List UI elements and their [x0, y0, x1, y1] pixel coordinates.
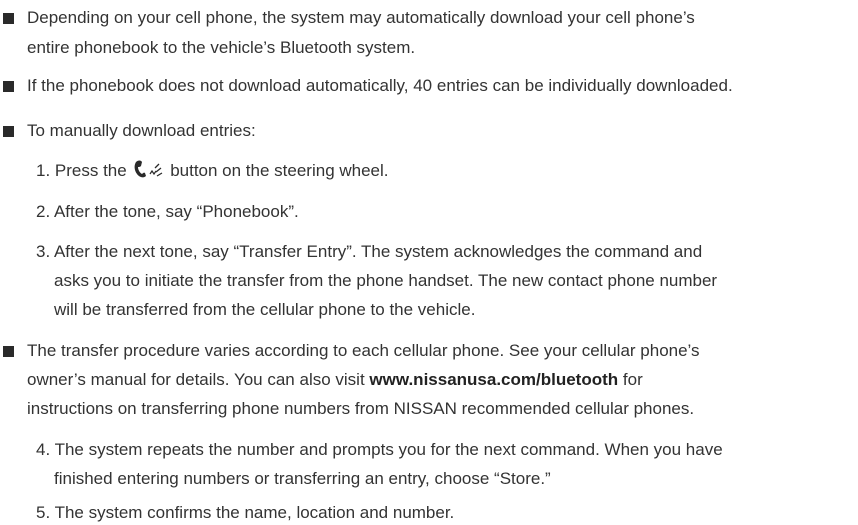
step-text-line: will be transferred from the cellular ph… — [54, 300, 476, 319]
bullet-square-icon — [3, 346, 14, 357]
bullet-square-icon — [3, 13, 14, 24]
phone-voice-icon — [135, 160, 163, 178]
bullet-text-line: The transfer procedure varies according … — [27, 341, 700, 360]
bullet-text-line: If the phonebook does not download autom… — [27, 76, 733, 95]
document-page: Depending on your cell phone, the system… — [0, 0, 858, 524]
bullet-text-line: entire phonebook to the vehicle’s Blueto… — [27, 38, 416, 57]
bullet-text-line: Depending on your cell phone, the system… — [27, 8, 695, 27]
step-text-line: 3. After the next tone, say “Transfer En… — [36, 242, 703, 261]
nissan-bluetooth-link[interactable]: www.nissanusa.com/bluetooth — [369, 370, 618, 389]
step-text-line: finished entering numbers or transferrin… — [54, 469, 551, 488]
step-1-text-after: button on the steering wheel. — [170, 161, 389, 180]
step-text-line: asks you to initiate the transfer from t… — [54, 271, 718, 290]
bullet-text-line: owner’s manual for details. You can also… — [27, 367, 643, 392]
bullet-text-line: To manually download entries: — [27, 121, 256, 140]
bullet-text-segment: owner’s manual for details. You can also… — [27, 370, 365, 389]
step-1-text-before: 1. Press the — [36, 161, 127, 180]
bullet-text-line: instructions on transferring phone numbe… — [27, 399, 695, 418]
bullet-square-icon — [3, 126, 14, 137]
bullet-text-segment: for — [622, 370, 643, 389]
bullet-square-icon — [3, 81, 14, 92]
step-text-line: 5. The system confirms the name, locatio… — [36, 503, 455, 522]
step-text-line: 4. The system repeats the number and pro… — [36, 440, 723, 459]
step-text-line: 2. After the tone, say “Phonebook”. — [36, 202, 299, 221]
step-text-line: 1. Press the button on the steering whee… — [36, 158, 389, 183]
